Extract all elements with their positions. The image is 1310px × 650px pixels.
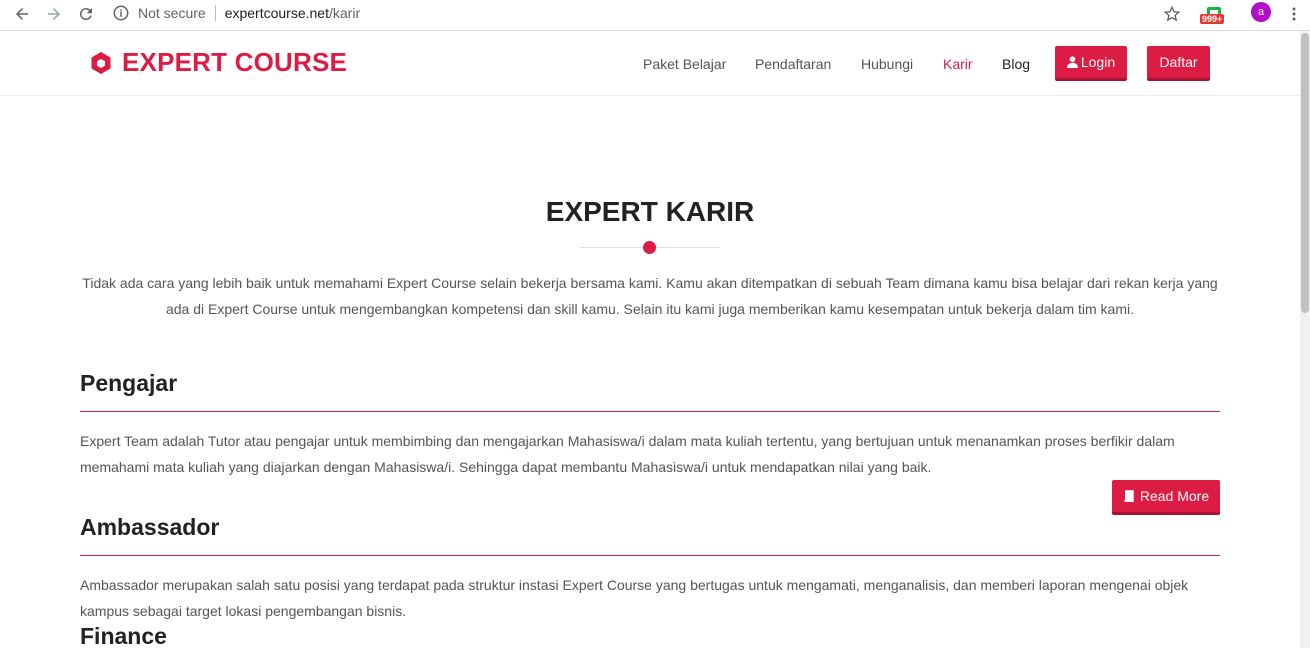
extension-badge: 999+ [1200, 14, 1225, 24]
site-logo[interactable]: EXPERT COURSE [90, 47, 347, 78]
daftar-button[interactable]: Daftar [1147, 46, 1210, 81]
nav-link-hubungi[interactable]: Hubungi [861, 56, 913, 72]
reload-icon [79, 8, 92, 21]
forward-button[interactable] [42, 2, 66, 26]
nav-hubungi[interactable]: Hubungi [861, 31, 913, 96]
read-more-button[interactable]: Read More [1112, 480, 1220, 515]
hexagon-logo-icon [91, 51, 111, 74]
daftar-label: Daftar [1159, 54, 1198, 70]
url-host: expertcourse.net [224, 5, 329, 21]
omnibox-divider [214, 5, 216, 21]
nav-link-paket[interactable]: Paket Belajar [643, 56, 726, 72]
url-path: /karir [329, 5, 361, 21]
back-button[interactable] [10, 2, 34, 26]
bookmark-star-button[interactable] [1160, 2, 1184, 26]
login-label: Login [1080, 54, 1116, 70]
address-bar[interactable]: Not secure expertcourse.net/karir [112, 1, 360, 25]
nav-link-karir[interactable]: Karir [943, 56, 973, 72]
arrow-right-icon [48, 8, 60, 20]
section-title-finance: Finance [80, 623, 167, 649]
section-text-pengajar: Expert Team adalah Tutor atau pengajar u… [80, 433, 1175, 475]
profile-avatar[interactable]: a [1251, 2, 1271, 22]
login-button[interactable]: Login [1055, 46, 1127, 81]
intro-text: Tidak ada cara yang lebih baik untuk mem… [82, 275, 1218, 317]
logo-text: EXPERT COURSE [122, 47, 348, 77]
section-text-ambassador: Ambassador merupakan salah satu posisi y… [80, 577, 1189, 619]
user-icon [1066, 56, 1078, 68]
section-title-ambassador: Ambassador [80, 514, 220, 540]
star-icon [1163, 5, 1181, 22]
section-title-pengajar: Pengajar [80, 370, 178, 396]
read-more-label: Read More [1139, 488, 1210, 504]
site-header: EXPERT COURSE Paket Belajar Pendaftaran … [0, 31, 1300, 96]
section-rule-pengajar [80, 411, 1220, 412]
reload-button[interactable] [74, 2, 98, 26]
book-icon [1124, 490, 1134, 502]
title-dot [643, 241, 656, 254]
scrollbar-thumb[interactable] [1301, 33, 1309, 313]
nav-paket-belajar[interactable]: Paket Belajar [643, 31, 726, 96]
kebab-menu-icon [1292, 7, 1296, 21]
nav-link-pendaftaran[interactable]: Pendaftaran [755, 56, 831, 72]
nav-link-blog[interactable]: Blog [1002, 56, 1030, 72]
browser-menu-button[interactable] [1282, 2, 1306, 26]
nav-blog[interactable]: Blog [1002, 31, 1030, 96]
page-title: EXPERT KARIR [545, 196, 755, 227]
section-rule-ambassador [80, 555, 1220, 556]
nav-karir[interactable]: Karir [943, 31, 973, 96]
page-scrollbar[interactable] [1300, 31, 1310, 648]
security-label: Not secure [138, 5, 206, 21]
info-icon [113, 5, 129, 21]
nav-pendaftaran[interactable]: Pendaftaran [755, 31, 831, 96]
browser-toolbar: Not secure expertcourse.net/karir 999+ a [0, 0, 1310, 31]
arrow-left-icon [16, 8, 28, 20]
